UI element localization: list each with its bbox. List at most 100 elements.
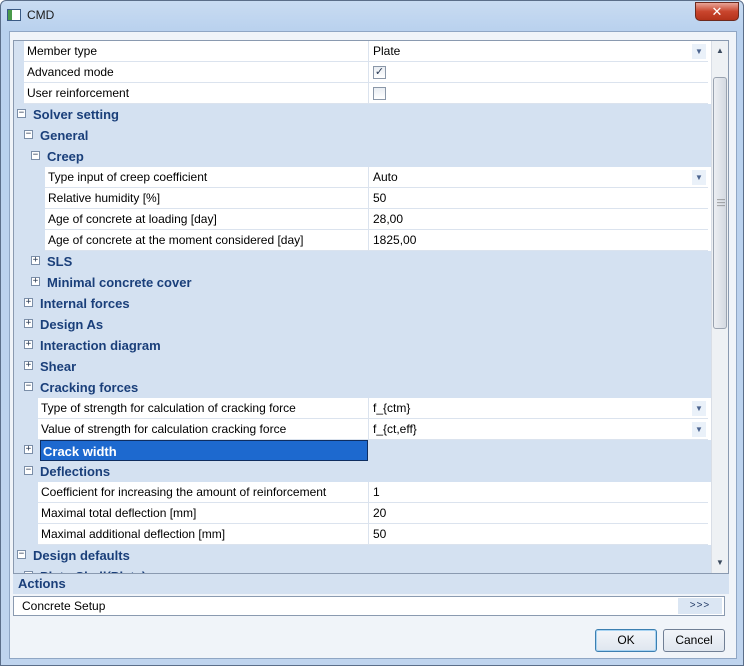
property-value-text: 1825,00: [373, 233, 417, 247]
cancel-button[interactable]: Cancel: [663, 629, 725, 652]
dropdown-arrow-icon[interactable]: ▼: [692, 401, 706, 416]
property-label: Type input of creep coefficient: [45, 167, 368, 188]
indent-gutter: [14, 167, 45, 188]
collapse-icon[interactable]: −: [31, 151, 40, 160]
property-user-reinforcement[interactable]: User reinforcement: [14, 83, 711, 104]
property-maximal-total-deflection-mm[interactable]: Maximal total deflection [mm] 20: [14, 503, 711, 524]
vertical-scrollbar[interactable]: ▲ — — — ▼: [711, 41, 728, 573]
property-label: Member type: [24, 41, 368, 62]
property-value[interactable]: 1825,00: [368, 230, 708, 251]
property-value[interactable]: 1: [368, 482, 708, 503]
category-design-as[interactable]: + Design As: [14, 314, 711, 335]
property-value[interactable]: 50: [368, 524, 708, 545]
scrollbar-thumb[interactable]: — — —: [713, 77, 727, 329]
property-label: Coefficient for increasing the amount of…: [38, 482, 368, 503]
property-value-text: 50: [373, 527, 387, 541]
category-general[interactable]: − General: [14, 125, 711, 146]
expand-icon[interactable]: +: [24, 361, 33, 370]
indent-gutter: [14, 419, 38, 440]
category-design-defaults[interactable]: − Design defaults: [14, 545, 711, 566]
property-value[interactable]: [368, 83, 708, 104]
property-age-of-concrete-at-loading-day[interactable]: Age of concrete at loading [day] 28,00: [14, 209, 711, 230]
category-label: Design As: [40, 317, 104, 332]
category-label: Minimal concrete cover: [47, 275, 192, 290]
indent-gutter: [14, 83, 24, 104]
category-label: General: [40, 128, 89, 143]
property-value[interactable]: Auto ▼: [368, 167, 708, 188]
checkbox-checked[interactable]: ✓: [373, 66, 386, 79]
property-advanced-mode[interactable]: Advanced mode ✓: [14, 62, 711, 83]
property-coefficient-for-increasing-the-amount-of-reinforcement[interactable]: Coefficient for increasing the amount of…: [14, 482, 711, 503]
expand-icon[interactable]: +: [31, 256, 40, 265]
collapse-icon[interactable]: −: [24, 466, 33, 475]
category-interaction-diagram[interactable]: + Interaction diagram: [14, 335, 711, 356]
category-label: Plate-Shell(Plate): [40, 566, 146, 573]
collapse-icon[interactable]: −: [24, 130, 33, 139]
dropdown-arrow-icon[interactable]: ▼: [692, 422, 706, 437]
category-label: Design defaults: [33, 548, 130, 563]
category-solver-setting[interactable]: − Solver setting: [14, 104, 711, 125]
property-value[interactable]: 28,00: [368, 209, 708, 230]
expand-icon[interactable]: +: [24, 340, 33, 349]
property-label: Age of concrete at the moment considered…: [45, 230, 368, 251]
title-bar[interactable]: CMD ✕: [1, 1, 743, 31]
category-shear[interactable]: + Shear: [14, 356, 711, 377]
property-member-type[interactable]: Member type Plate ▼: [14, 41, 711, 62]
property-value-text: f_{ctm}: [373, 401, 411, 415]
indent-gutter: [14, 503, 38, 524]
close-button[interactable]: ✕: [695, 2, 739, 21]
property-value-of-strength-for-calculation-cracking-force[interactable]: Value of strength for calculation cracki…: [14, 419, 711, 440]
category-label: Crack width: [40, 440, 368, 461]
property-label: User reinforcement: [24, 83, 368, 104]
category-internal-forces[interactable]: + Internal forces: [14, 293, 711, 314]
property-maximal-additional-deflection-mm[interactable]: Maximal additional deflection [mm] 50: [14, 524, 711, 545]
property-value-text: Plate: [373, 44, 401, 58]
property-age-of-concrete-at-the-moment-considered-day[interactable]: Age of concrete at the moment considered…: [14, 230, 711, 251]
category-minimal-concrete-cover[interactable]: + Minimal concrete cover: [14, 272, 711, 293]
category-label: Cracking forces: [40, 380, 139, 395]
dialog-client-area: Member type Plate ▼ Advanced mode ✓ User rein…: [9, 31, 737, 659]
expand-icon[interactable]: +: [31, 277, 40, 286]
property-label: Advanced mode: [24, 62, 368, 83]
property-relative-humidity[interactable]: Relative humidity [%] 50: [14, 188, 711, 209]
indent-gutter: [14, 62, 24, 83]
indent-gutter: [14, 209, 45, 230]
category-label: Interaction diagram: [40, 338, 161, 353]
property-value-text: 28,00: [373, 212, 404, 226]
scroll-down-arrow-icon[interactable]: ▼: [712, 555, 728, 571]
category-creep[interactable]: − Creep: [14, 146, 711, 167]
collapse-icon[interactable]: −: [17, 109, 26, 118]
indent-gutter: [14, 41, 24, 62]
property-value[interactable]: 20: [368, 503, 708, 524]
property-value[interactable]: f_{ctm} ▼: [368, 398, 708, 419]
property-type-of-strength-for-calculation-of-cracking-force[interactable]: Type of strength for calculation of crac…: [14, 398, 711, 419]
property-value[interactable]: Plate ▼: [368, 41, 708, 62]
category-plate-shell-plate[interactable]: −Plate-Shell(Plate): [14, 566, 711, 573]
ok-button[interactable]: OK: [595, 629, 657, 652]
property-label: Relative humidity [%]: [45, 188, 368, 209]
expand-icon[interactable]: +: [24, 319, 33, 328]
action-open-button[interactable]: >>>: [678, 598, 722, 614]
property-type-input-of-creep-coefficient[interactable]: Type input of creep coefficient Auto ▼: [14, 167, 711, 188]
dropdown-arrow-icon[interactable]: ▼: [692, 170, 706, 185]
category-deflections[interactable]: − Deflections: [14, 461, 711, 482]
property-label: Age of concrete at loading [day]: [45, 209, 368, 230]
property-value[interactable]: f_{ct,eff} ▼: [368, 419, 708, 440]
checkbox-unchecked[interactable]: [373, 87, 386, 100]
category-cracking-forces[interactable]: − Cracking forces: [14, 377, 711, 398]
collapse-icon[interactable]: −: [24, 382, 33, 391]
property-value-text: 50: [373, 191, 387, 205]
category-label: SLS: [47, 254, 73, 269]
collapse-icon[interactable]: −: [17, 550, 26, 559]
expand-icon[interactable]: +: [24, 298, 33, 307]
property-value[interactable]: 50: [368, 188, 708, 209]
scroll-up-arrow-icon[interactable]: ▲: [712, 43, 728, 59]
property-value[interactable]: ✓: [368, 62, 708, 83]
action-concrete-setup[interactable]: Concrete Setup >>>: [13, 596, 725, 616]
expand-icon[interactable]: +: [24, 445, 33, 454]
property-value-text: f_{ct,eff}: [373, 422, 417, 436]
property-label: Type of strength for calculation of crac…: [38, 398, 368, 419]
category-crack-width[interactable]: + Crack width: [14, 440, 711, 461]
dropdown-arrow-icon[interactable]: ▼: [692, 44, 706, 59]
category-sls[interactable]: + SLS: [14, 251, 711, 272]
